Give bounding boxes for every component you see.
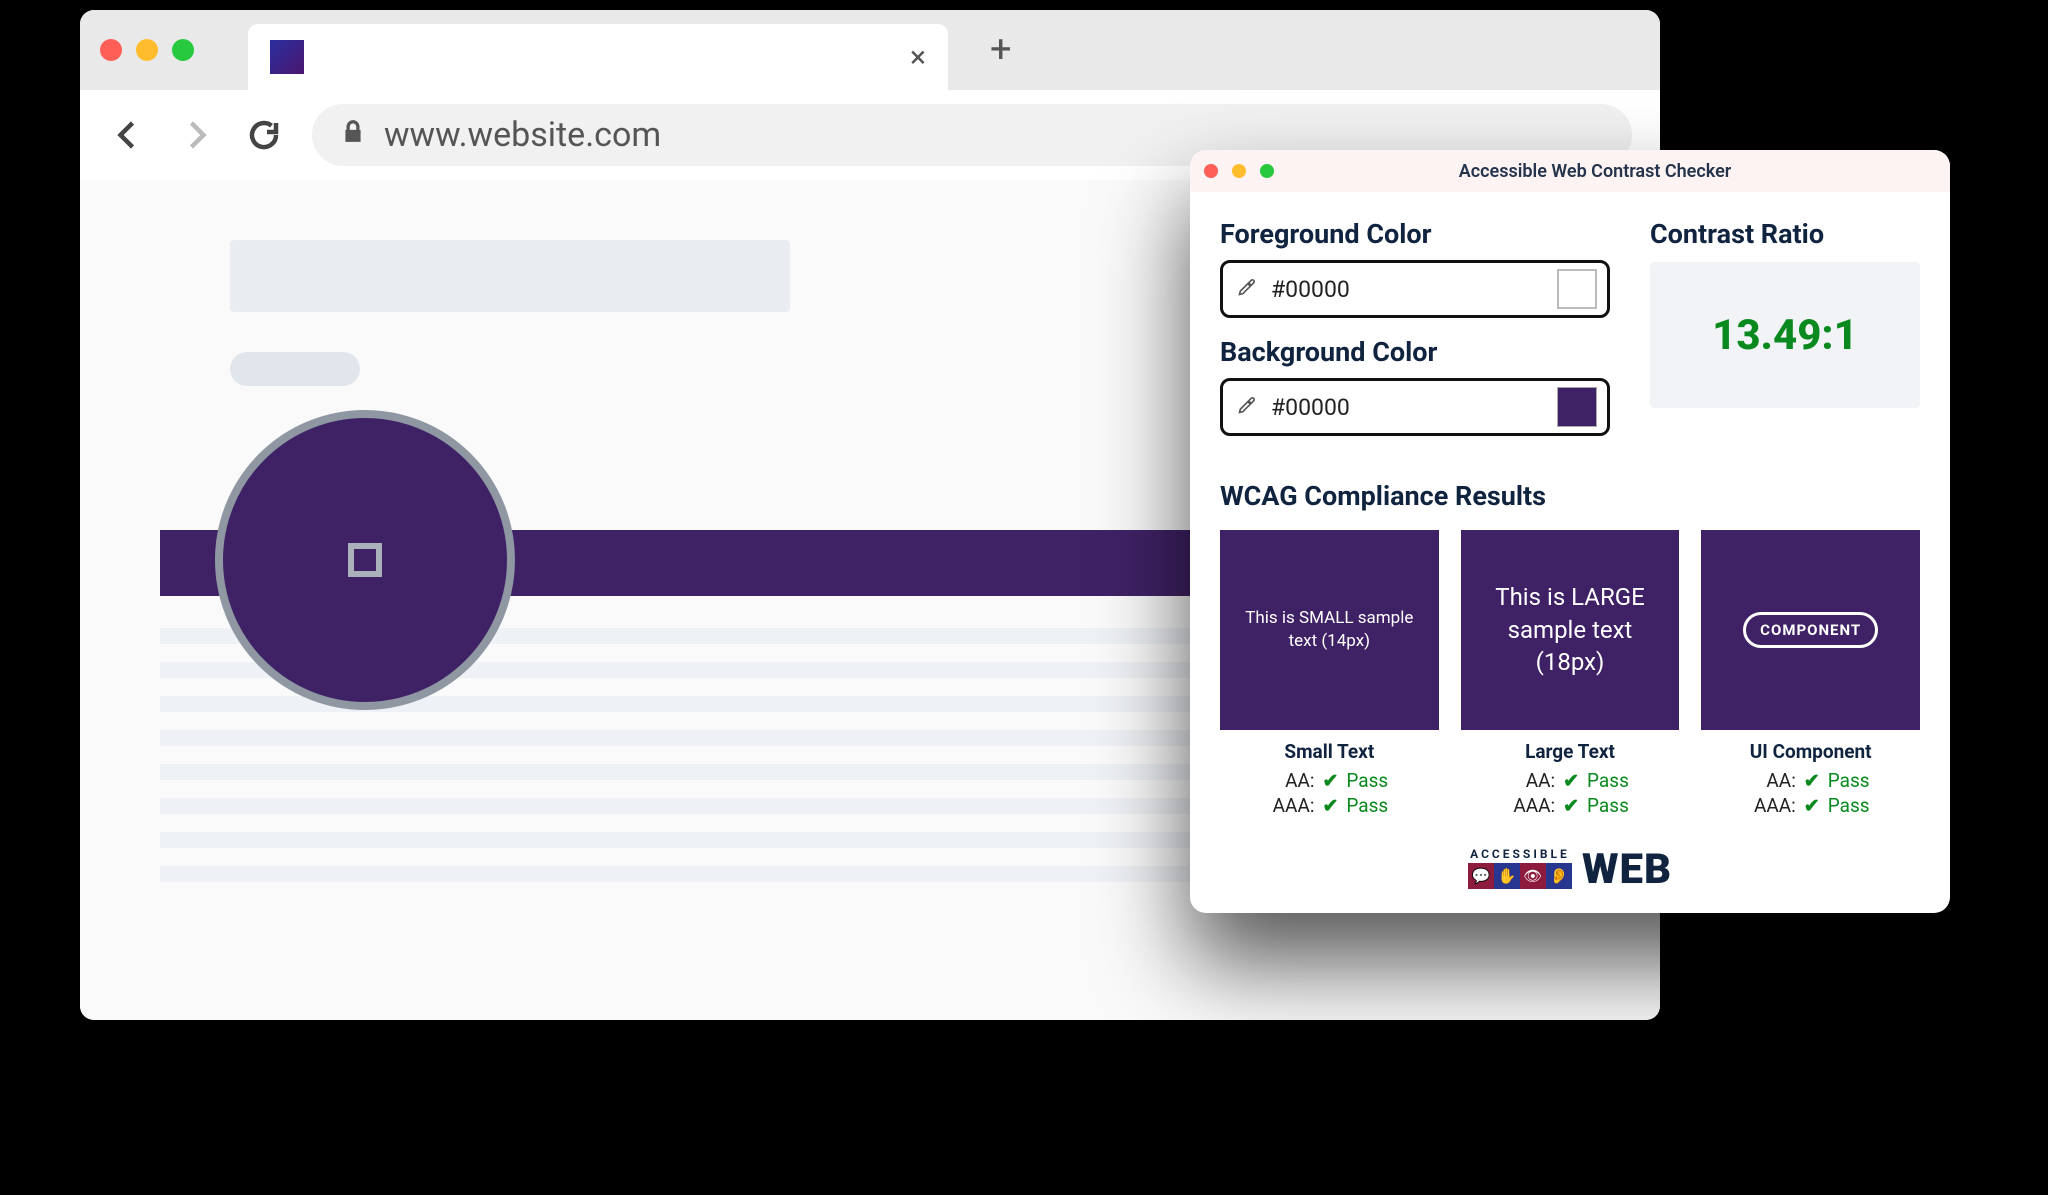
popup-title: Accessible Web Contrast Checker (1314, 161, 1876, 182)
ear-icon: 👂 (1546, 863, 1572, 889)
minimize-popup-button[interactable] (1232, 164, 1246, 178)
card-label: Large Text (1525, 740, 1615, 763)
popup-window-controls (1204, 164, 1274, 178)
minimize-window-button[interactable] (136, 39, 158, 61)
new-tab-button[interactable]: + (990, 28, 1012, 72)
check-icon: ✔ (1804, 794, 1820, 817)
skeleton-pill (230, 352, 360, 386)
footer-small-text: ACCESSIBLE (1470, 847, 1570, 861)
maximize-window-button[interactable] (172, 39, 194, 61)
close-popup-button[interactable] (1204, 164, 1218, 178)
foreground-label: Foreground Color (1220, 218, 1610, 250)
popup-footer: ACCESSIBLE 💬 ✋ 👁 👂 WEB (1220, 847, 1920, 889)
url-text: www.website.com (384, 115, 661, 155)
foreground-swatch[interactable] (1557, 269, 1597, 309)
background-label: Background Color (1220, 336, 1610, 368)
sample-small-text: This is SMALL sample text (14px) (1220, 530, 1439, 730)
aaa-result: AAA: ✔ Pass (1511, 794, 1629, 817)
contrast-ratio-label: Contrast Ratio (1650, 218, 1920, 250)
footer-big-text: WEB (1582, 851, 1672, 889)
card-label: Small Text (1284, 740, 1374, 763)
forward-button[interactable] (176, 115, 216, 155)
foreground-color-value: #00000 (1271, 276, 1543, 303)
window-controls (100, 39, 194, 61)
close-window-button[interactable] (100, 39, 122, 61)
lock-icon (340, 115, 366, 155)
check-icon: ✔ (1804, 769, 1820, 792)
favicon-icon (270, 40, 304, 74)
back-button[interactable] (108, 115, 148, 155)
card-label: UI Component (1750, 740, 1872, 763)
aaa-result: AAA: ✔ Pass (1270, 794, 1388, 817)
component-chip: COMPONENT (1743, 612, 1878, 648)
aa-result: AA: ✔ Pass (1270, 769, 1388, 792)
background-color-value: #00000 (1271, 394, 1543, 421)
hand-icon: ✋ (1494, 863, 1520, 889)
foreground-color-input[interactable]: #00000 (1220, 260, 1610, 318)
sample-target-icon (348, 543, 382, 577)
popup-titlebar: Accessible Web Contrast Checker (1190, 150, 1950, 192)
close-tab-button[interactable]: × (910, 40, 926, 75)
browser-tabbar: × + (80, 10, 1660, 90)
aa-result: AA: ✔ Pass (1511, 769, 1629, 792)
result-card-large-text: This is LARGE sample text (18px) Large T… (1461, 530, 1680, 817)
footer-brand-icons: 💬 ✋ 👁 👂 (1468, 863, 1572, 889)
contrast-checker-window: Accessible Web Contrast Checker Foregrou… (1190, 150, 1950, 913)
aaa-result: AAA: ✔ Pass (1752, 794, 1870, 817)
maximize-popup-button[interactable] (1260, 164, 1274, 178)
wcag-result-cards: This is SMALL sample text (14px) Small T… (1220, 530, 1920, 817)
color-sample-magnifier[interactable] (215, 410, 515, 710)
result-card-small-text: This is SMALL sample text (14px) Small T… (1220, 530, 1439, 817)
aa-result: AA: ✔ Pass (1752, 769, 1870, 792)
check-icon: ✔ (1563, 769, 1579, 792)
contrast-ratio-value: 13.49:1 (1712, 311, 1858, 360)
chat-icon: 💬 (1468, 863, 1494, 889)
reload-button[interactable] (244, 115, 284, 155)
background-color-input[interactable]: #00000 (1220, 378, 1610, 436)
check-icon: ✔ (1563, 794, 1579, 817)
wcag-results-title: WCAG Compliance Results (1220, 480, 1920, 512)
sample-large-text: This is LARGE sample text (18px) (1461, 530, 1680, 730)
contrast-ratio-box: 13.49:1 (1650, 262, 1920, 408)
background-swatch[interactable] (1557, 387, 1597, 427)
eye-icon: 👁 (1520, 863, 1546, 889)
eyedropper-icon[interactable] (1237, 277, 1257, 301)
check-icon: ✔ (1322, 794, 1338, 817)
sample-ui-component: COMPONENT (1701, 530, 1920, 730)
result-card-ui-component: COMPONENT UI Component AA: ✔ Pass AAA: ✔… (1701, 530, 1920, 817)
skeleton-heading (230, 240, 790, 312)
check-icon: ✔ (1322, 769, 1338, 792)
eyedropper-icon[interactable] (1237, 395, 1257, 419)
browser-tab[interactable]: × (248, 24, 948, 90)
